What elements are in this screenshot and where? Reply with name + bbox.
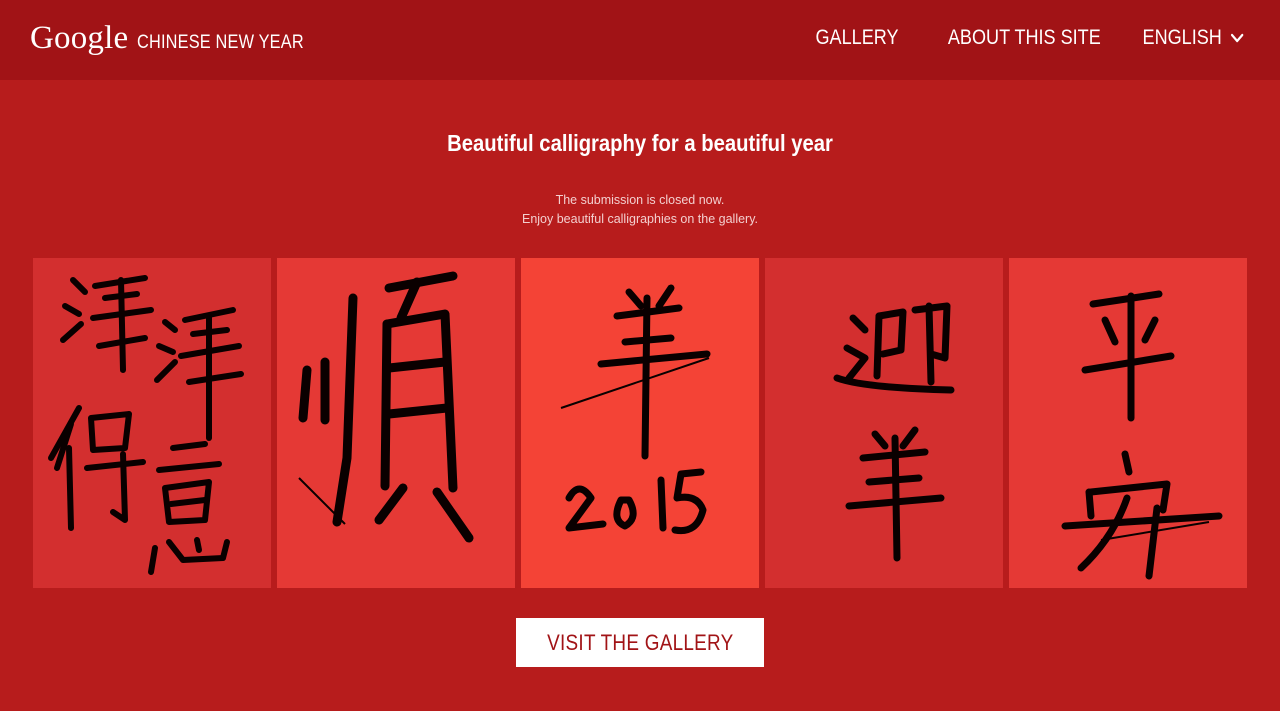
calligraphy-artwork-5	[1009, 258, 1247, 588]
calligraphy-card-4[interactable]	[765, 258, 1003, 588]
visit-gallery-label: VISIT THE GALLERY	[546, 629, 734, 655]
calligraphy-artwork-2	[277, 258, 515, 588]
calligraphy-artwork-3	[521, 258, 759, 588]
google-logo: Google	[30, 20, 129, 56]
notice-line-2: Enjoy beautiful calligraphies on the gal…	[521, 212, 759, 226]
nav-about[interactable]: ABOUT THIS SITE	[948, 26, 1101, 50]
calligraphy-artwork-4	[765, 258, 1003, 588]
calligraphy-card-3[interactable]	[521, 258, 759, 588]
calligraphy-cards	[33, 258, 1247, 588]
chevron-down-icon	[1230, 33, 1244, 43]
notice-line-1: The submission is closed now.	[555, 193, 725, 207]
visit-gallery-button[interactable]: VISIT THE GALLERY	[516, 618, 764, 667]
calligraphy-artwork-1	[33, 258, 271, 588]
calligraphy-card-2[interactable]	[277, 258, 515, 588]
page-headline: Beautiful calligraphy for a beautiful ye…	[447, 130, 833, 156]
nav-gallery[interactable]: GALLERY	[815, 26, 898, 50]
submission-notice: The submission is closed now. Enjoy beau…	[0, 191, 1280, 229]
main-nav: GALLERY ABOUT THIS SITE ENGLISH	[777, 26, 1244, 50]
site-brand[interactable]: Google CHINESE NEW YEAR	[30, 18, 331, 58]
calligraphy-card-5[interactable]	[1009, 258, 1247, 588]
language-label: ENGLISH	[1142, 26, 1222, 49]
site-name: CHINESE NEW YEAR	[137, 32, 305, 53]
top-bar: Google CHINESE NEW YEAR GALLERY ABOUT TH…	[0, 0, 1280, 80]
calligraphy-card-1[interactable]	[33, 258, 271, 588]
language-selector[interactable]: ENGLISH	[1142, 26, 1244, 50]
